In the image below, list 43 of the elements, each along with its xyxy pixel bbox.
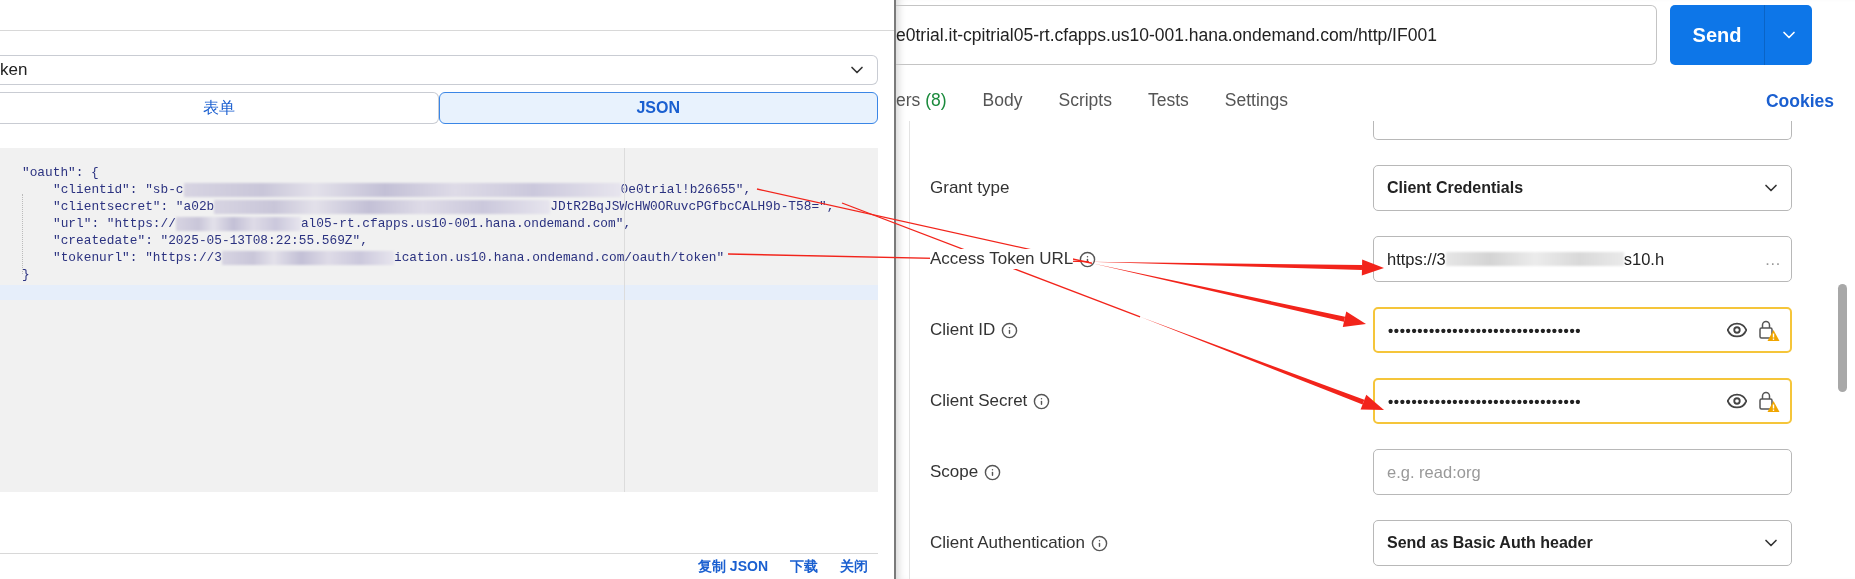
- send-button[interactable]: Send: [1670, 5, 1812, 65]
- footer-link[interactable]: 复制 JSON: [698, 558, 768, 576]
- code-line: "clientsecret": "a02b: [53, 198, 215, 215]
- tab[interactable]: Tests: [1147, 89, 1189, 113]
- info-icon[interactable]: [1033, 392, 1051, 410]
- tab[interactable]: JSON: [438, 92, 878, 124]
- info-icon[interactable]: [1091, 534, 1108, 552]
- tab[interactable]: Scripts: [1058, 89, 1112, 113]
- footer-link[interactable]: 下载: [790, 558, 818, 576]
- input-field[interactable]: e.g. read:org: [1373, 449, 1792, 495]
- cookies-link[interactable]: Cookies: [1765, 90, 1834, 112]
- input-field[interactable]: https://3 s10.h …: [1373, 236, 1792, 282]
- tab[interactable]: Settings: [1224, 89, 1289, 113]
- lock-warning-icon[interactable]: [1758, 318, 1780, 342]
- tab[interactable]: Body: [982, 89, 1023, 113]
- input-field[interactable]: [1373, 121, 1792, 140]
- scrollbar-thumb[interactable]: [1838, 284, 1847, 392]
- field-label: Grant type: [930, 178, 1010, 198]
- lock-warning-icon[interactable]: [1758, 389, 1780, 413]
- code-line: "clientid": "sb-c: [53, 181, 184, 198]
- info-icon[interactable]: [1079, 250, 1097, 268]
- code-line: "url": "https://: [53, 215, 176, 232]
- code-line: "oauth": {: [22, 164, 99, 181]
- code-line: }: [22, 266, 30, 283]
- select-field[interactable]: Client Credentials: [1373, 165, 1792, 211]
- tab[interactable]: ers (8): [896, 89, 947, 113]
- code-line: "createdate": "2025-05-13T08:22:55.569Z",: [53, 232, 368, 249]
- tab[interactable]: 表单: [0, 92, 439, 124]
- code-line: 0e0trial!b26655",: [620, 181, 752, 198]
- field-label: Scope: [930, 462, 979, 482]
- password-field[interactable]: •••••••••••••••••••••••••••••••••: [1373, 307, 1792, 353]
- code-line: JDtR2BqJSWcHW0ORuvcPGfbcCALH9b-T58=",: [550, 198, 835, 215]
- dropdown[interactable]: ken: [0, 55, 878, 85]
- code-line: "tokenurl": "https://3: [53, 249, 222, 266]
- field-label: Access Token URL: [930, 249, 1074, 269]
- code-line: ication.us10.hana.ondemand.com/oauth/token": [393, 249, 725, 266]
- footer-link[interactable]: 关闭: [840, 558, 868, 576]
- url-field[interactable]: e0trial.it-cpitrial05-rt.cfapps.us10-001.hana.ondemand.com/http/IF001: [896, 5, 1657, 65]
- password-field[interactable]: •••••••••••••••••••••••••••••••••: [1373, 378, 1792, 424]
- select-field[interactable]: Send as Basic Auth header: [1373, 520, 1792, 566]
- info-icon[interactable]: [1001, 321, 1019, 339]
- info-icon[interactable]: [984, 463, 1002, 481]
- code-line: al05-rt.cfapps.us10-001.hana.ondemand.com",: [300, 215, 632, 232]
